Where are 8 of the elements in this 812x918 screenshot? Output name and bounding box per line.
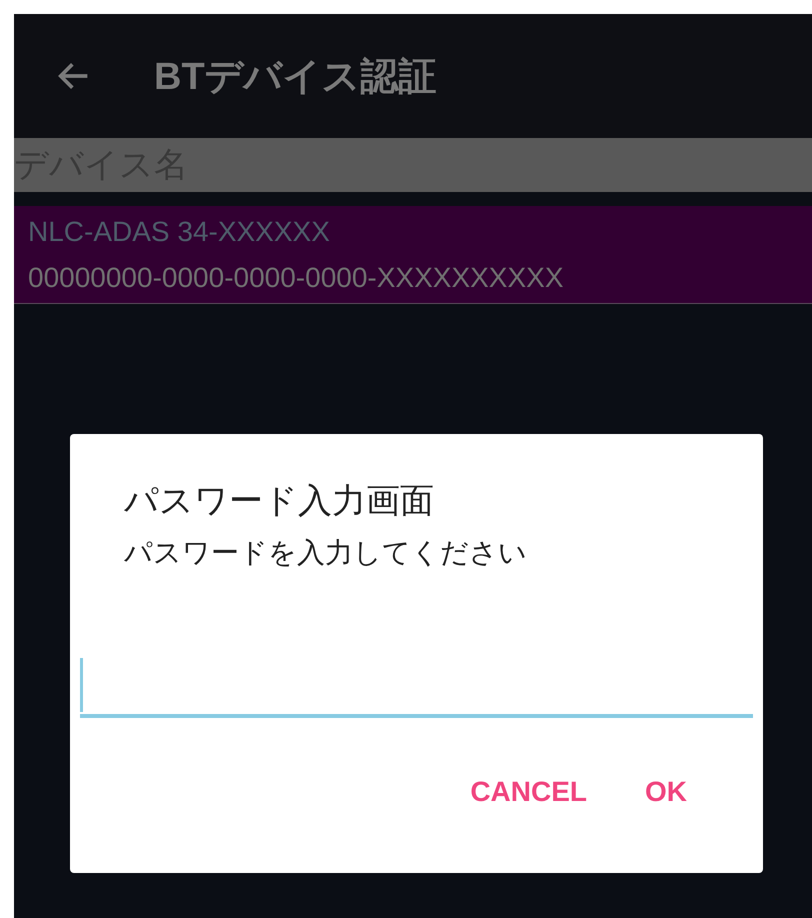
cancel-button[interactable]: CANCEL	[460, 770, 597, 814]
ok-button[interactable]: OK	[635, 770, 697, 814]
dialog-title: パスワード入力画面	[124, 480, 434, 523]
screen-title: BTデバイス認証	[154, 54, 437, 100]
device-name: NLC-ADAS 34-XXXXXX	[28, 216, 330, 248]
device-row[interactable]: NLC-ADAS 34-XXXXXX 00000000-0000-0000-0000-XXXXXXXXXX	[14, 206, 812, 304]
dialog-message: パスワードを入力してください	[124, 535, 527, 571]
device-uuid: 00000000-0000-0000-0000-XXXXXXXXXX	[28, 262, 564, 294]
